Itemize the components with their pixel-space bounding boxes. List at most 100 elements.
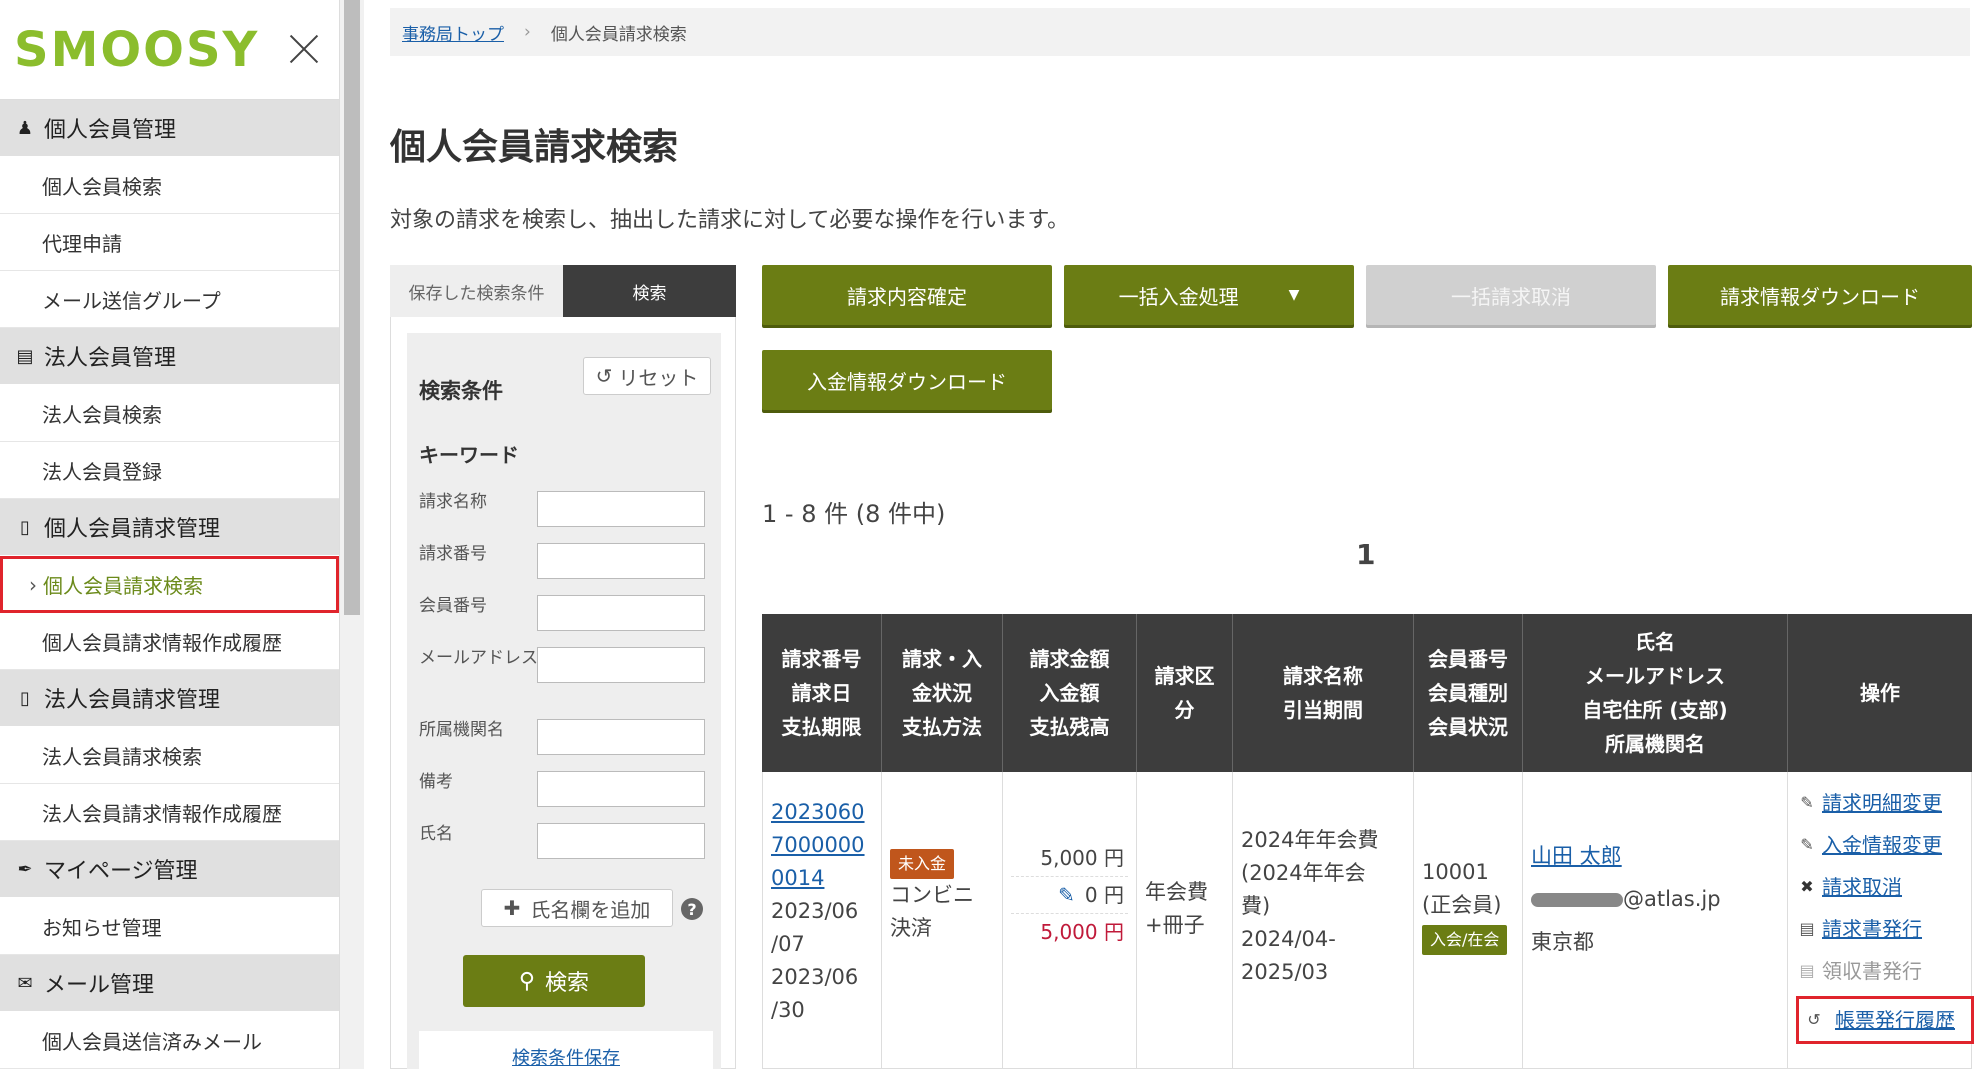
organization-input[interactable] [537, 719, 705, 755]
email-input[interactable] [537, 647, 705, 683]
cell-invoice: 2023060 7000000 0014 2023/06/07 2023/06/… [762, 772, 882, 1068]
sidebar-item-personal-search[interactable]: 個人会員検索 [0, 157, 339, 214]
menu-group-corporate-billing[interactable]: ▯ 法人会員請求管理 [0, 670, 339, 727]
bulk-cancel-label: 一括請求取消 [1451, 284, 1571, 309]
cell-operations: ✎ 請求明細変更 ✎ 入金情報変更 ✖ 請求取消 ▤ 請求書発行 ▤ 領収書発行 ↺ 帳票発… [1788, 772, 1974, 1068]
name-input[interactable] [537, 823, 705, 859]
menu-group-mail[interactable]: ✉ メール管理 [0, 955, 339, 1012]
page-title: 個人会員請求検索 [390, 127, 679, 168]
column-header: 請求区 分 [1137, 614, 1233, 772]
op-document-history[interactable]: ↺ 帳票発行履歴 [1796, 996, 1974, 1044]
op-issue-invoice[interactable]: ▤ 請求書発行 [1796, 908, 1963, 950]
x-icon: ✖ [1800, 877, 1814, 896]
remarks-input[interactable] [537, 771, 705, 807]
member-name-link[interactable]: 山田 太郎 [1531, 840, 1779, 873]
pagination-page[interactable]: 1 [1356, 538, 1375, 571]
sidebar-item-label: 個人会員請求検索 [43, 574, 203, 598]
menu-group-personal-members[interactable]: ♟ 個人会員管理 [0, 100, 339, 157]
menu-group-label: メール管理 [44, 973, 155, 998]
close-menu-button[interactable] [286, 30, 322, 66]
reset-label: リセット [618, 365, 699, 390]
member-number: 10001 [1422, 860, 1489, 884]
field-label-invoice-name: 請求名称 [419, 492, 487, 512]
sidebar-item-corporate-register[interactable]: 法人会員登録 [0, 442, 339, 499]
edit-pen-icon[interactable]: ✎ [1058, 883, 1075, 907]
bulk-cancel-button[interactable]: 一括請求取消 [1366, 265, 1656, 325]
sidebar-item-proxy-application[interactable]: 代理申請 [0, 214, 339, 271]
add-name-field-button[interactable]: ✚ 氏名欄を追加 [481, 889, 673, 927]
search-conditions-title: 検索条件 [419, 379, 503, 403]
payment-method-part: コンビニ [890, 883, 974, 907]
confirm-billing-label: 請求内容確定 [847, 284, 967, 309]
download-billing-button[interactable]: 請求情報ダウンロード [1668, 265, 1972, 325]
invoice-date: 2023/06/07 [771, 895, 873, 961]
menu-group-corporate-members[interactable]: ▤ 法人会員管理 [0, 328, 339, 385]
menu-group-label: 法人会員請求管理 [44, 688, 221, 713]
pencil-icon: ✎ [1800, 835, 1814, 854]
menu-group-label: マイページ管理 [44, 859, 198, 884]
history-icon: ↺ [1807, 1010, 1821, 1029]
amount-billed: 5,000 円 [1011, 840, 1128, 877]
sidebar-item-personal-billing-history[interactable]: 個人会員請求情報作成履歴 [0, 613, 339, 670]
menu-group-personal-billing[interactable]: ▯ 個人会員請求管理 [0, 499, 339, 556]
tab-search[interactable]: 検索 [563, 265, 736, 317]
member-number-input[interactable] [537, 595, 705, 631]
tab-saved-conditions[interactable]: 保存した検索条件 [390, 265, 563, 317]
invoice-number-part: 0014 [771, 866, 825, 890]
sidebar-item-notices[interactable]: お知らせ管理 [0, 898, 339, 955]
invoice-number-input[interactable] [537, 543, 705, 579]
op-edit-payment-info[interactable]: ✎ 入金情報変更 [1796, 824, 1963, 866]
save-search-conditions-link[interactable]: 検索条件保存 [419, 1031, 713, 1083]
amount-paid: ✎ 0 円 [1011, 877, 1128, 914]
op-label: 請求書発行 [1822, 917, 1922, 941]
search-button[interactable]: ⚲ 検索 [463, 955, 645, 1007]
sidebar: SMOOSY ♟ 個人会員管理 個人会員検索 代理申請 メール送信グループ ▤ 法人… [0, 0, 340, 1069]
menu-group-label: 個人会員管理 [44, 118, 177, 143]
invoice-date-part: 2023/06 [771, 899, 859, 923]
invoice-number-part: 7000000 [771, 833, 865, 857]
sidebar-item-corporate-search[interactable]: 法人会員検索 [0, 385, 339, 442]
sidebar-item-mail-group[interactable]: メール送信グループ [0, 271, 339, 328]
column-header: 操作 [1860, 681, 1900, 705]
field-label-remarks: 備考 [419, 772, 453, 792]
download-payment-button[interactable]: 入金情報ダウンロード [762, 350, 1052, 410]
redacted-mask [1531, 893, 1623, 907]
cell-amounts: 5,000 円 ✎ 0 円 5,000 円 [1003, 772, 1137, 1068]
member-type: (正会員) [1422, 893, 1502, 917]
confirm-billing-button[interactable]: 請求内容確定 [762, 265, 1052, 325]
op-cancel-invoice[interactable]: ✖ 請求取消 [1796, 866, 1963, 908]
search-panel: 検索条件 ↺ リセット キーワード 請求名称 請求番号 会員番号 メールアドレス … [390, 317, 736, 1083]
member-email: @atlas.jp [1531, 883, 1779, 916]
op-label: 請求明細変更 [1822, 791, 1942, 815]
sidebar-item-corporate-billing-history[interactable]: 法人会員請求情報作成履歴 [0, 784, 339, 841]
amount-remaining: 5,000 円 [1040, 920, 1124, 944]
document-icon: ▤ [1799, 919, 1815, 938]
menu-group-label: 法人会員管理 [44, 346, 177, 371]
breadcrumb-separator: › [524, 22, 531, 42]
menu-group-mypage[interactable]: ✒ マイページ管理 [0, 841, 339, 898]
period-part: 2024/04- [1241, 927, 1336, 951]
breadcrumb: 事務局トップ › 個人会員請求検索 [390, 8, 1970, 56]
sidebar-item-sent-mail[interactable]: 個人会員送信済みメール [0, 1012, 339, 1069]
sidebar-item-personal-billing-search[interactable]: › 個人会員請求検索 [0, 556, 339, 613]
scrollbar-thumb[interactable] [344, 0, 360, 615]
amount-paid-value: 0 円 [1084, 883, 1124, 907]
invoice-number-part: 2023060 [771, 800, 865, 824]
sidebar-item-corporate-billing-search[interactable]: 法人会員請求検索 [0, 727, 339, 784]
member-status-badge: 入会/在会 [1422, 925, 1508, 955]
invoice-name-input[interactable] [537, 491, 705, 527]
reset-button[interactable]: ↺ リセット [583, 357, 711, 395]
op-edit-invoice-detail[interactable]: ✎ 請求明細変更 [1796, 782, 1963, 824]
op-label: 入金情報変更 [1822, 833, 1942, 857]
cell-contact: 山田 太郎 @atlas.jp 東京都 [1523, 772, 1788, 1068]
bulk-payment-button[interactable]: 一括入金処理 ▼ [1064, 265, 1354, 325]
sidebar-scrollbar[interactable] [340, 0, 364, 1069]
logo-area: SMOOSY [0, 0, 339, 100]
pen-icon: ✒ [17, 858, 33, 880]
results-table: 請求番号 請求日 支払期限 請求・入 金状況 支払方法 請求金額 入金額 支払残… [762, 614, 1974, 1069]
field-label-invoice-number: 請求番号 [419, 544, 487, 564]
invoice-number-link[interactable]: 2023060 7000000 0014 [771, 796, 873, 895]
chevron-right-icon: › [29, 572, 37, 597]
breadcrumb-home-link[interactable]: 事務局トップ [402, 20, 504, 45]
help-icon[interactable]: ? [681, 898, 703, 920]
